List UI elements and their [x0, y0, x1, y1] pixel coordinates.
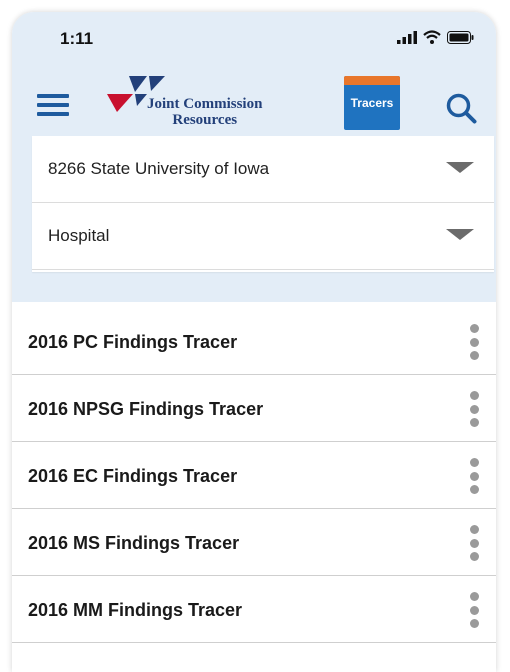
logo-line2: Resources [172, 112, 238, 128]
tracer-title: 2016 PC Findings Tracer [28, 332, 238, 352]
logo-line1: Joint Commission [147, 96, 263, 112]
program-value: Hospital [48, 226, 110, 245]
battery-icon [447, 31, 474, 44]
wifi-icon [423, 30, 441, 44]
chevron-down-icon [446, 229, 474, 240]
tracers-label: Tracers [350, 96, 394, 110]
list-item[interactable]: 2016 NPSG Findings Tracer [12, 375, 496, 442]
tracers-app-button[interactable]: Tracers [344, 76, 400, 130]
status-time: 1:11 [60, 29, 94, 48]
tracer-title: 2016 MM Findings Tracer [28, 600, 243, 620]
organization-value: 8266 State University of Iowa [48, 159, 270, 178]
organization-dropdown[interactable]: 8266 State University of Iowa [32, 136, 494, 203]
more-options-icon[interactable] [468, 458, 480, 494]
status-bar: 1:11 [12, 12, 496, 62]
more-options-icon[interactable] [468, 324, 480, 360]
cellular-signal-icon [397, 31, 417, 44]
status-icons [397, 30, 474, 44]
more-options-icon[interactable] [468, 525, 480, 561]
list-item[interactable]: 2016 PC Findings Tracer [12, 308, 496, 375]
more-options-icon[interactable] [468, 592, 480, 628]
joint-commission-logo: Joint Commission Resources [107, 76, 307, 136]
search-icon[interactable] [445, 92, 477, 124]
tracer-title: 2016 MS Findings Tracer [28, 533, 240, 553]
list-item[interactable]: 2016 MS Findings Tracer [12, 509, 496, 576]
tracer-title: 2016 NPSG Findings Tracer [28, 399, 264, 419]
more-options-icon[interactable] [468, 391, 480, 427]
list-item[interactable]: 2016 EC Findings Tracer [12, 442, 496, 509]
filter-card: 8266 State University of Iowa Hospital [32, 136, 494, 272]
header-area: 1:11 Joint Commission Resources Tracers … [12, 12, 496, 302]
tracer-title: 2016 EC Findings Tracer [28, 466, 238, 486]
logo-text: Joint Commission Resources [147, 96, 262, 128]
program-dropdown[interactable]: Hospital [32, 203, 494, 270]
chevron-down-icon [446, 162, 474, 173]
list-item[interactable]: 2016 MM Findings Tracer [12, 576, 496, 643]
hamburger-menu-icon[interactable] [37, 94, 69, 116]
tracer-list: 2016 PC Findings Tracer 2016 NPSG Findin… [12, 308, 496, 643]
phone-screen: 1:11 Joint Commission Resources Tracers … [12, 12, 496, 672]
tracers-stripe [344, 76, 400, 85]
app-header: Joint Commission Resources Tracers [12, 72, 496, 142]
